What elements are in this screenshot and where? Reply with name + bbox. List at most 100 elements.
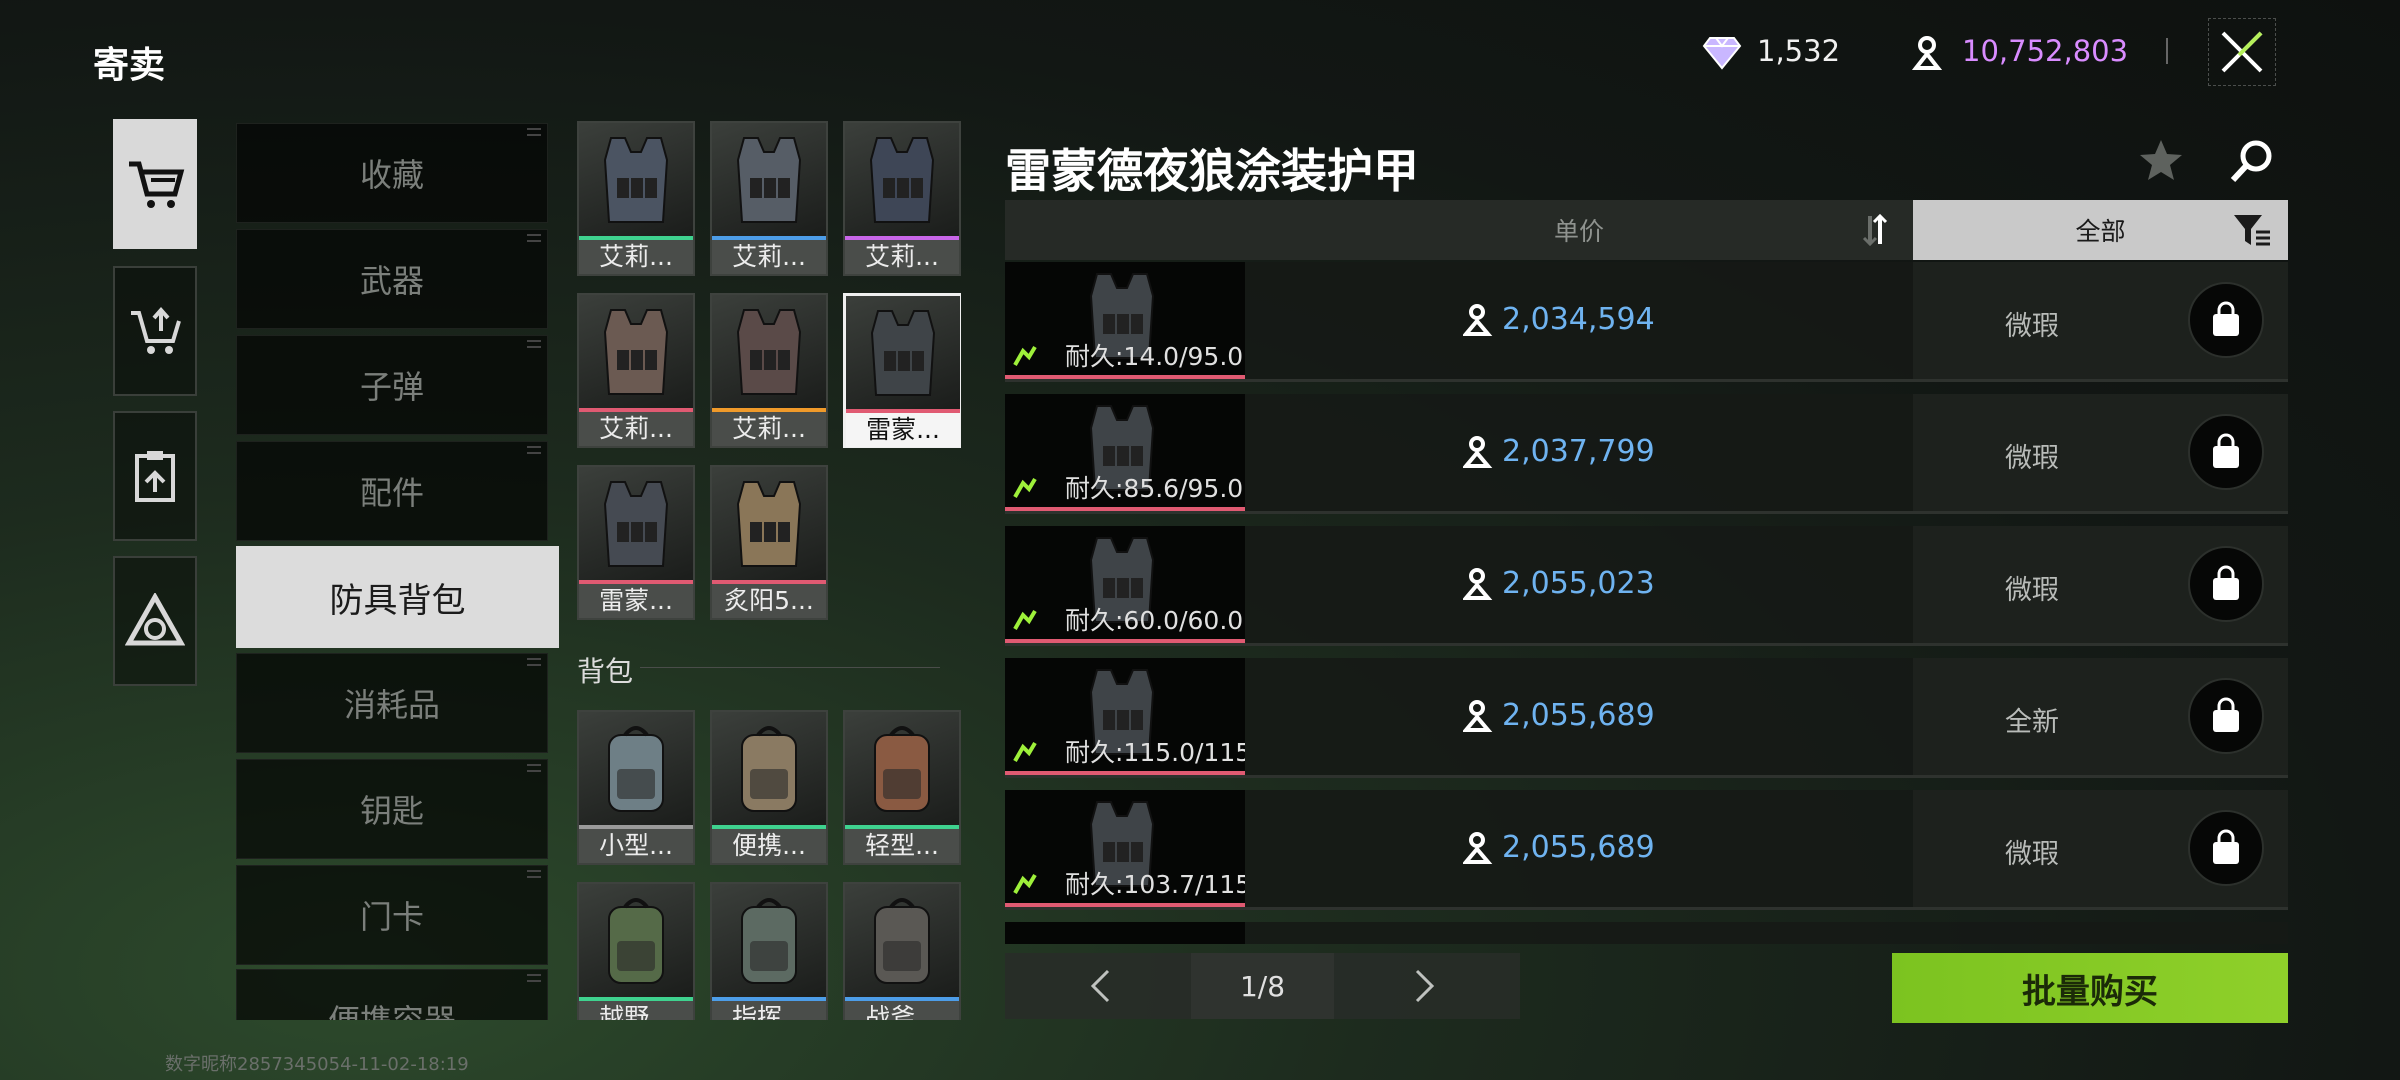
favorite-star-icon[interactable] <box>2137 136 2185 184</box>
armor-item-tile[interactable]: 艾莉... <box>710 293 828 448</box>
category-containers[interactable]: 便携容器 <box>236 969 548 1020</box>
listing-row[interactable]: 耐久:14.0/95.0 2,034,594 微瑕 <box>1005 262 2288 382</box>
listing-condition: 微瑕 <box>2005 311 2059 342</box>
listing-thumb: 耐久:14.0/95.0 <box>1005 262 1245 379</box>
armor-item-tile[interactable]: 艾莉... <box>710 121 828 276</box>
sort-icon[interactable] <box>1862 212 1888 248</box>
delta-logo-icon <box>125 593 185 646</box>
item-image <box>712 467 826 580</box>
armor-item-tile[interactable]: 炙阳5... <box>710 465 828 620</box>
section-divider <box>640 667 940 668</box>
item-name: 艾莉... <box>712 240 826 274</box>
row-divider <box>1005 379 2288 382</box>
listing-row[interactable]: 耐久:115.0/115.0 2,055,689 全新 <box>1005 658 2288 778</box>
shopping-bag-icon <box>2213 829 2239 864</box>
listing-price: 2,037,799 <box>1502 434 1655 469</box>
buy-button[interactable] <box>2188 546 2264 622</box>
backpack-icon <box>874 897 930 984</box>
buy-button[interactable] <box>2188 678 2264 754</box>
row-divider <box>1005 511 2288 514</box>
armor-vest-icon <box>603 136 669 223</box>
durability-text: 耐久:103.7/115.0 <box>1065 870 1245 899</box>
category-consumables[interactable]: 消耗品 <box>236 653 548 753</box>
backpack-item-tile[interactable]: 战斧... <box>843 882 961 1020</box>
armor-item-tile[interactable]: 雷蒙... <box>843 293 961 448</box>
listing-row[interactable]: 耐久:103.7/115.0 2,055,689 微瑕 <box>1005 790 2288 910</box>
chevron-left-icon <box>1090 969 1110 1003</box>
category-label: 武器 <box>359 262 424 300</box>
armor-item-tile[interactable]: 艾莉... <box>577 293 695 448</box>
item-image <box>712 295 826 408</box>
listing-row[interactable]: 耐久:85.6/95.0 2,037,799 微瑕 <box>1005 394 2288 514</box>
chevron-right-icon <box>1415 969 1435 1003</box>
category-keycards[interactable]: 门卡 <box>236 865 548 965</box>
price-column-header[interactable]: 单价 <box>1245 200 1913 260</box>
category-attachments[interactable]: 配件 <box>236 441 548 541</box>
listing-thumb: 耐久:115.0/115.0 <box>1005 658 1245 775</box>
durability-text: 耐久:60.0/60.0 <box>1065 606 1244 635</box>
category-ammo[interactable]: 子弹 <box>236 335 548 435</box>
backpack-item-tile[interactable]: 越野... <box>577 882 695 1020</box>
category-keys[interactable]: 钥匙 <box>236 759 548 859</box>
buy-button[interactable] <box>2188 414 2264 490</box>
category-label: 防具背包 <box>329 580 466 621</box>
durability-icon <box>1013 477 1037 498</box>
close-icon <box>2221 31 2263 73</box>
buy-button[interactable] <box>2188 810 2264 886</box>
category-favorites[interactable]: 收藏 <box>236 123 548 223</box>
rail-buy-button[interactable] <box>113 119 197 249</box>
listing-condition: 全新 <box>2005 707 2059 738</box>
prev-page-button[interactable] <box>1005 953 1191 1019</box>
shopping-bag-icon <box>2213 301 2239 336</box>
item-name: 雷蒙... <box>846 413 960 447</box>
item-image <box>845 123 959 236</box>
hafcoin-icon <box>1463 436 1493 468</box>
filter-icon[interactable] <box>2232 212 2272 248</box>
row-divider <box>1005 907 2288 910</box>
backpack-item-tile[interactable]: 便携... <box>710 710 828 865</box>
next-page-button[interactable] <box>1334 953 1520 1019</box>
item-title: 雷蒙德夜狼涂装护甲 <box>1005 144 1419 198</box>
rail-delta-button[interactable] <box>113 556 197 686</box>
rail-sell-button[interactable] <box>113 266 197 396</box>
backpack-item-tile[interactable]: 轻型... <box>843 710 961 865</box>
armor-vest-icon <box>869 136 935 223</box>
category-weapons[interactable]: 武器 <box>236 229 548 329</box>
item-name: 便携... <box>712 829 826 863</box>
armor-item-tile[interactable]: 艾莉... <box>577 121 695 276</box>
backpack-item-tile[interactable]: 小型... <box>577 710 695 865</box>
item-name: 艾莉... <box>579 240 693 274</box>
listing-condition: 微瑕 <box>2005 443 2059 474</box>
close-button[interactable] <box>2208 18 2276 86</box>
batch-buy-button[interactable]: 批量购买 <box>1892 953 2288 1023</box>
diamond-icon <box>1702 37 1742 70</box>
buy-button[interactable] <box>2188 282 2264 358</box>
item-image <box>846 296 960 409</box>
rail-orders-button[interactable] <box>113 411 197 541</box>
durability-icon <box>1013 741 1037 762</box>
row-divider <box>1005 643 2288 646</box>
armor-vest-icon <box>603 480 669 567</box>
shopping-bag-icon <box>2213 433 2239 468</box>
listing-price: 2,055,689 <box>1502 698 1655 733</box>
listing-price: 2,055,023 <box>1502 566 1655 601</box>
listing-condition: 微瑕 <box>2005 839 2059 870</box>
item-image <box>579 467 693 580</box>
armor-item-tile[interactable]: 雷蒙... <box>577 465 695 620</box>
item-image <box>579 123 693 236</box>
backpack-item-tile[interactable]: 指挥... <box>710 882 828 1020</box>
item-name: 炙阳5... <box>712 584 826 618</box>
row-divider <box>1005 775 2288 778</box>
item-image <box>845 712 959 825</box>
item-name: 指挥... <box>712 1001 826 1020</box>
listing-row[interactable]: 耐久:60.0/60.0 2,055,023 微瑕 <box>1005 526 2288 646</box>
backpack-icon <box>874 725 930 812</box>
search-icon[interactable] <box>2228 137 2276 185</box>
category-armor-backpack[interactable]: 防具背包 <box>236 546 559 648</box>
category-label: 便携容器 <box>328 996 456 1020</box>
category-label: 钥匙 <box>359 792 424 830</box>
armor-item-tile[interactable]: 艾莉... <box>843 121 961 276</box>
hafcoin-icon <box>1463 700 1493 732</box>
clipboard-icon <box>135 451 175 502</box>
shopping-bag-icon <box>2213 697 2239 732</box>
